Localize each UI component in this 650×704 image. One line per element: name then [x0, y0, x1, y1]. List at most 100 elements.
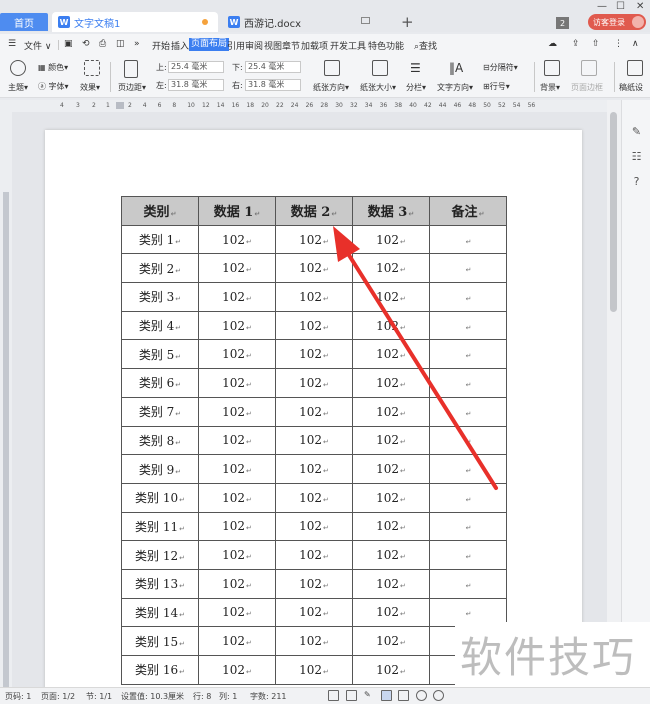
table-cell[interactable]: 102↵ — [198, 310, 276, 341]
paper-size-icon[interactable] — [372, 60, 388, 76]
table-cell[interactable]: 102↵ — [198, 282, 276, 312]
table-cell[interactable]: 102↵ — [352, 597, 430, 628]
scrollbar-thumb[interactable] — [610, 112, 617, 312]
table-cell[interactable]: 102↵ — [275, 282, 353, 312]
status-row[interactable]: 行: 8 — [193, 691, 211, 702]
table-cell[interactable]: 102↵ — [198, 396, 276, 427]
page-border-button[interactable]: 页面边框 — [571, 82, 603, 93]
table-cell[interactable]: 102↵ — [275, 425, 353, 456]
search-button[interactable]: ⌕查找 — [414, 39, 437, 52]
minimize-icon[interactable]: — — [597, 1, 607, 12]
table-cell[interactable]: 类别 12↵ — [121, 540, 199, 570]
pen-icon[interactable]: ✎ — [630, 125, 643, 138]
breaks-button[interactable]: ⊟分隔符▾ — [483, 62, 518, 73]
background-button[interactable]: 背景▾ — [540, 82, 560, 93]
table-cell[interactable]: 类别 5↵ — [121, 339, 199, 370]
table-cell[interactable]: 类别 4↵ — [121, 310, 199, 341]
table-header-cell[interactable]: 数据 3↵ — [352, 196, 430, 226]
table-cell[interactable]: ↵ — [429, 568, 507, 599]
table-cell[interactable]: 类别 14↵ — [121, 597, 199, 628]
status-page-number[interactable]: 页码: 1 — [5, 691, 31, 702]
table-cell[interactable]: 类别 1↵ — [121, 224, 199, 255]
background-icon[interactable] — [544, 60, 560, 76]
table-cell[interactable]: ↵ — [429, 339, 507, 370]
hamburger-icon[interactable]: ☰ — [8, 39, 16, 49]
document-page[interactable]: 类别↵ 数据 1↵ 数据 2↵ 数据 3↵ 备注↵ 类别 1↵ 102↵ 102↵ 1… — [45, 130, 582, 687]
line-numbers-button[interactable]: ⊞行号▾ — [483, 81, 510, 92]
status-word-count[interactable]: 字数: 211 — [250, 691, 287, 702]
reading-mode-icon[interactable] — [346, 690, 357, 701]
table-cell[interactable]: 102↵ — [275, 368, 353, 398]
margin-right-input[interactable]: 31.8 毫米 — [245, 79, 301, 91]
menu-features[interactable]: 特色功能 — [368, 39, 404, 52]
table-cell[interactable]: ↵ — [429, 253, 507, 284]
table-cell[interactable]: ↵ — [429, 396, 507, 427]
table-cell[interactable]: 102↵ — [275, 396, 353, 427]
tab-doc2[interactable]: W 西游记.docx — [222, 12, 388, 32]
table-cell[interactable]: ↵ — [429, 511, 507, 542]
window-count-badge[interactable]: 2 — [556, 17, 569, 29]
table-cell[interactable]: 102↵ — [275, 454, 353, 484]
help-icon[interactable]: ? — [630, 175, 643, 188]
table-cell[interactable]: 类别 3↵ — [121, 282, 199, 312]
table-cell[interactable]: ↵ — [429, 282, 507, 312]
table-cell[interactable]: 102↵ — [352, 396, 430, 427]
table-cell[interactable]: 类别 9↵ — [121, 454, 199, 484]
eye-protection-icon[interactable] — [433, 690, 444, 701]
table-cell[interactable]: 类别 10↵ — [121, 482, 199, 513]
table-header-cell[interactable]: 备注↵ — [429, 196, 507, 226]
menu-insert[interactable]: 插入 — [171, 39, 189, 52]
table-cell[interactable]: 类别 15↵ — [121, 626, 199, 656]
table-cell[interactable]: 102↵ — [198, 454, 276, 484]
colors-button[interactable]: ▦ 颜色▾ — [38, 62, 68, 73]
table-cell[interactable]: 102↵ — [275, 482, 353, 513]
cloud-icon[interactable]: ☁ — [548, 39, 557, 49]
menu-page-layout[interactable]: 页面布局 — [189, 38, 230, 51]
page-view-icon[interactable] — [381, 690, 392, 701]
table-cell[interactable]: 102↵ — [198, 425, 276, 456]
theme-icon[interactable] — [10, 60, 26, 76]
table-cell[interactable]: 102↵ — [352, 482, 430, 513]
fonts-button[interactable]: ⓐ 字体▾ — [38, 81, 69, 92]
table-cell[interactable]: 102↵ — [198, 655, 276, 685]
menu-chapter[interactable]: 章节 — [282, 39, 300, 52]
table-cell[interactable]: 102↵ — [275, 568, 353, 599]
status-section[interactable]: 节: 1/1 — [86, 691, 112, 702]
manuscript-icon[interactable] — [627, 60, 643, 76]
more-icon[interactable]: » — [134, 39, 140, 49]
table-cell[interactable]: 类别 13↵ — [121, 568, 199, 599]
status-pages[interactable]: 页面: 1/2 — [41, 691, 75, 702]
kebab-menu-icon[interactable]: ⋮ — [614, 39, 623, 49]
table-cell[interactable]: 102↵ — [352, 454, 430, 484]
collapse-ribbon-icon[interactable]: ∧ — [632, 39, 639, 49]
status-setting-value[interactable]: 设置值: 10.3厘米 — [121, 691, 184, 702]
menu-file[interactable]: 文件 ∨ — [24, 39, 51, 52]
table-cell[interactable]: 102↵ — [352, 540, 430, 570]
table-header-cell[interactable]: 类别↵ — [121, 196, 199, 226]
table-cell[interactable]: 类别 11↵ — [121, 511, 199, 542]
maximize-icon[interactable]: ☐ — [616, 1, 625, 12]
table-cell[interactable]: 102↵ — [352, 655, 430, 685]
table-cell[interactable]: ↵ — [429, 482, 507, 513]
table-cell[interactable]: 102↵ — [275, 224, 353, 255]
data-table[interactable]: 类别↵ 数据 1↵ 数据 2↵ 数据 3↵ 备注↵ 类别 1↵ 102↵ 102↵ 1… — [121, 196, 507, 685]
columns-icon[interactable]: ☰ — [410, 61, 421, 75]
table-cell[interactable]: 102↵ — [352, 626, 430, 656]
web-view-icon[interactable] — [416, 690, 427, 701]
table-cell[interactable]: 102↵ — [198, 368, 276, 398]
menu-references[interactable]: 引用 — [227, 39, 245, 52]
table-cell[interactable]: 102↵ — [352, 425, 430, 456]
table-cell[interactable]: 类别 6↵ — [121, 368, 199, 398]
status-column[interactable]: 列: 1 — [219, 691, 237, 702]
table-cell[interactable]: 102↵ — [198, 482, 276, 513]
margin-left-input[interactable]: 31.8 毫米 — [168, 79, 224, 91]
menu-addins[interactable]: 加载项 — [301, 39, 328, 52]
margins-button[interactable]: 页边距▾ — [118, 82, 146, 93]
table-cell[interactable]: ↵ — [429, 425, 507, 456]
new-tab-icon[interactable]: + — [401, 14, 414, 30]
table-cell[interactable]: 102↵ — [275, 511, 353, 542]
table-cell[interactable]: ↵ — [429, 454, 507, 484]
table-cell[interactable]: ↵ — [429, 540, 507, 570]
menu-review[interactable]: 审阅 — [245, 39, 263, 52]
visitor-login-button[interactable]: 访客登录 — [588, 14, 646, 30]
